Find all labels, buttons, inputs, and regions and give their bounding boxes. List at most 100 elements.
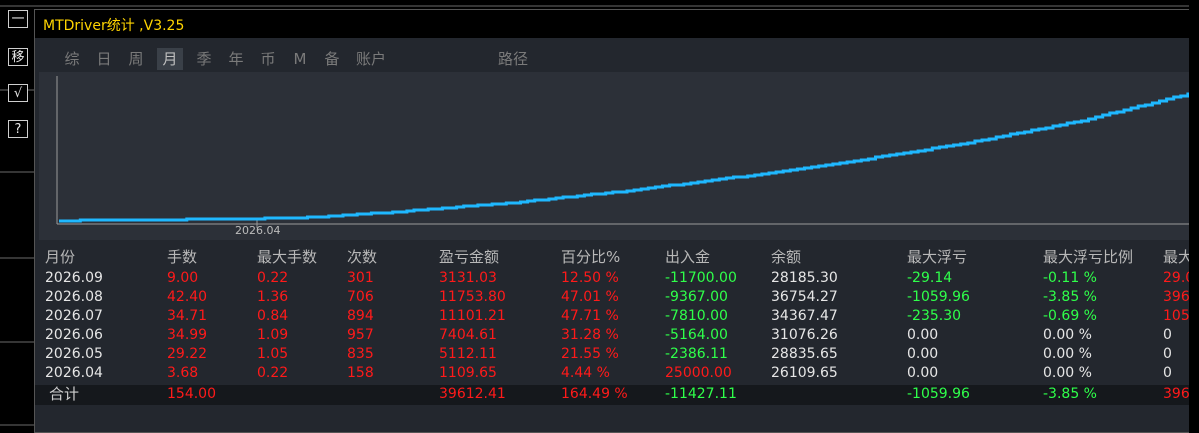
cell-max-float-loss-ratio: -0.11 % (1043, 270, 1097, 286)
cell-month: 2026.07 (45, 308, 103, 324)
help-button[interactable]: ? (8, 120, 28, 138)
cell-max: 0 (1163, 365, 1172, 381)
cell-count: 706 (347, 289, 374, 305)
minimize-button[interactable]: 一 (8, 10, 28, 28)
cell-profit: 11753.80 (439, 289, 506, 305)
header-max-lots: 最大手数 (257, 248, 318, 266)
cell-profit: 1109.65 (439, 365, 497, 381)
cell-max-float-loss: -1059.96 (907, 289, 970, 305)
cell-max-float-loss: 0.00 (907, 365, 939, 381)
cell-count: 158 (347, 365, 374, 381)
total-lots: 154.00 (167, 386, 216, 402)
cell-max-float-loss-ratio: 0.00 % (1043, 327, 1092, 343)
cell-balance: 31076.26 (771, 327, 838, 343)
table-row: 2026.08 42.40 1.36 706 11753.80 47.01 % … (35, 288, 1197, 306)
window-title: MTDriver统计 ,V3.25 (43, 18, 185, 34)
cell-max: 396 (1163, 289, 1190, 305)
cell-max-float-loss: -29.14 (907, 270, 953, 286)
cell-max-float-loss: 0.00 (907, 346, 939, 362)
cell-percent: 4.44 % (561, 365, 610, 381)
cell-count: 894 (347, 308, 374, 324)
total-max-float-loss: -1059.96 (907, 386, 970, 402)
tab-path[interactable]: 路径 (493, 48, 533, 70)
stats-window: MTDriver统计 ,V3.25 综 日 周 月 季 年 币 M 备 账户 路… (34, 9, 1198, 433)
cell-max: 0 (1163, 327, 1172, 343)
cell-balance: 34367.47 (771, 308, 838, 324)
cell-max-lots: 0.84 (257, 308, 289, 324)
cell-count: 301 (347, 270, 374, 286)
tab-m[interactable]: M (289, 48, 311, 70)
total-max: 396 (1163, 386, 1190, 402)
tab-overview[interactable]: 综 (61, 48, 83, 70)
cell-max-float-loss-ratio: -0.69 % (1043, 308, 1097, 324)
cell-deposit: -7810.00 (665, 308, 728, 324)
cell-percent: 21.55 % (561, 346, 619, 362)
cell-percent: 47.71 % (561, 308, 619, 324)
equity-chart-svg (56, 76, 1195, 228)
cell-deposit: -5164.00 (665, 327, 728, 343)
tab-currency[interactable]: 币 (257, 48, 279, 70)
cell-percent: 31.28 % (561, 327, 619, 343)
cell-balance: 28835.65 (771, 346, 838, 362)
header-lots: 手数 (167, 248, 198, 266)
tab-day[interactable]: 日 (93, 48, 115, 70)
header-month: 月份 (45, 248, 76, 266)
equity-curve-line (59, 92, 1195, 223)
title-bar[interactable]: MTDriver统计 ,V3.25 (35, 10, 1197, 38)
tab-notes[interactable]: 备 (321, 48, 343, 70)
header-profit: 盈亏金额 (439, 248, 500, 266)
cell-month: 2026.06 (45, 327, 103, 343)
cell-deposit: 25000.00 (665, 365, 732, 381)
total-label: 合计 (49, 385, 80, 403)
table-row: 2026.04 3.68 0.22 158 1109.65 4.44 % 250… (35, 364, 1197, 382)
total-profit: 39612.41 (439, 386, 506, 402)
cell-profit: 5112.11 (439, 346, 497, 362)
header-percent: 百分比% (561, 248, 621, 266)
tab-month[interactable]: 月 (157, 48, 183, 70)
cell-lots: 29.22 (167, 346, 208, 362)
header-deposit: 出入金 (665, 248, 711, 266)
table-row: 2026.07 34.71 0.84 894 11101.21 47.71 % … (35, 307, 1197, 325)
cell-deposit: -11700.00 (665, 270, 737, 286)
cell-count: 835 (347, 346, 374, 362)
total-percent: 164.49 % (561, 386, 628, 402)
total-deposit: -11427.11 (665, 386, 737, 402)
cell-lots: 3.68 (167, 365, 199, 381)
cell-count: 957 (347, 327, 374, 343)
tab-account[interactable]: 账户 (351, 48, 391, 70)
cell-lots: 9.00 (167, 270, 199, 286)
cell-balance: 26109.65 (771, 365, 838, 381)
cell-max-lots: 1.09 (257, 327, 289, 343)
tab-week[interactable]: 周 (125, 48, 147, 70)
table-total-row: 合计 154.00 39612.41 164.49 % -11427.11 -1… (35, 385, 1197, 405)
total-max-float-loss-ratio: -3.85 % (1043, 386, 1097, 402)
header-balance: 余额 (771, 248, 802, 266)
tab-quarter[interactable]: 季 (193, 48, 215, 70)
cell-max: 0 (1163, 346, 1172, 362)
tab-year[interactable]: 年 (225, 48, 247, 70)
cell-max-lots: 1.05 (257, 346, 289, 362)
table-row: 2026.06 34.99 1.09 957 7404.61 31.28 % -… (35, 326, 1197, 344)
cell-month: 2026.05 (45, 346, 103, 362)
cell-month: 2026.09 (45, 270, 103, 286)
equity-chart: 2026.04 (39, 72, 1195, 240)
cell-balance: 36754.27 (771, 289, 838, 305)
cell-profit: 3131.03 (439, 270, 497, 286)
header-max-float-loss-ratio: 最大浮亏比例 (1043, 248, 1134, 266)
cell-percent: 47.01 % (561, 289, 619, 305)
header-count: 次数 (347, 248, 378, 266)
cell-max-lots: 1.36 (257, 289, 289, 305)
cell-profit: 11101.21 (439, 308, 506, 324)
right-edge (1189, 0, 1199, 433)
table-row: 2026.05 29.22 1.05 835 5112.11 21.55 % -… (35, 345, 1197, 363)
cell-max-float-loss: -235.30 (907, 308, 962, 324)
cell-balance: 28185.30 (771, 270, 838, 286)
cell-lots: 34.99 (167, 327, 208, 343)
table-row: 2026.09 9.00 0.22 301 3131.03 12.50 % -1… (35, 269, 1197, 287)
cell-max-lots: 0.22 (257, 270, 289, 286)
cell-month: 2026.04 (45, 365, 103, 381)
cell-max: 105 (1163, 308, 1190, 324)
move-button[interactable]: 移 (8, 48, 28, 66)
cell-profit: 7404.61 (439, 327, 497, 343)
check-button[interactable]: √ (8, 84, 28, 102)
